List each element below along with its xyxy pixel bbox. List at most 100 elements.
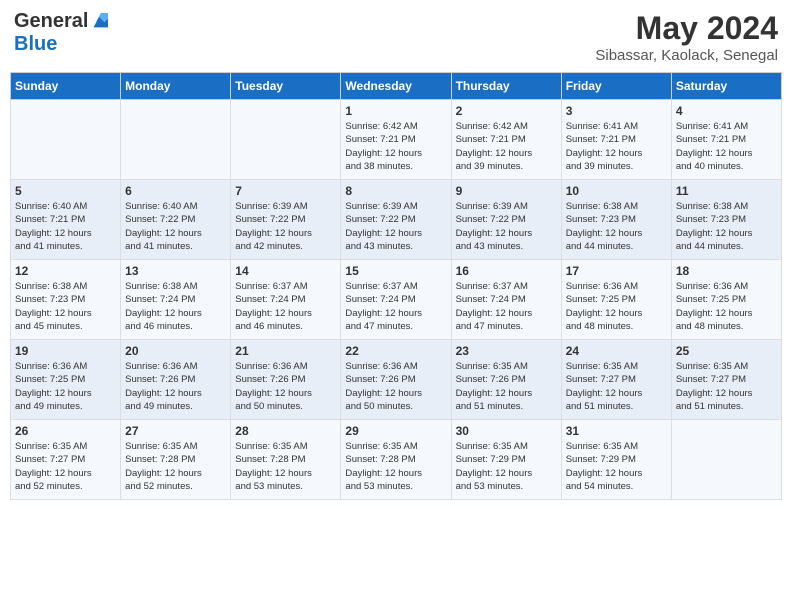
day-number: 29 xyxy=(345,424,446,438)
day-number: 16 xyxy=(456,264,557,278)
day-number: 1 xyxy=(345,104,446,118)
day-info: Sunrise: 6:39 AMSunset: 7:22 PMDaylight:… xyxy=(345,200,446,253)
day-info: Sunrise: 6:36 AMSunset: 7:26 PMDaylight:… xyxy=(125,360,226,413)
calendar-cell: 4 Sunrise: 6:41 AMSunset: 7:21 PMDaylight… xyxy=(671,100,781,180)
calendar-cell xyxy=(121,100,231,180)
day-number: 4 xyxy=(676,104,777,118)
day-info: Sunrise: 6:36 AMSunset: 7:25 PMDaylight:… xyxy=(566,280,667,333)
logo-general-text: General xyxy=(14,10,88,33)
day-number: 31 xyxy=(566,424,667,438)
calendar-cell: 7 Sunrise: 6:39 AMSunset: 7:22 PMDaylight… xyxy=(231,180,341,260)
calendar-cell: 31Sunrise: 6:35 AMSunset: 7:29 PMDayligh… xyxy=(561,420,671,500)
day-info: Sunrise: 6:40 AMSunset: 7:21 PMDaylight:… xyxy=(15,200,116,253)
calendar-week-2: 5 Sunrise: 6:40 AMSunset: 7:21 PMDaylight… xyxy=(11,180,782,260)
day-info: Sunrise: 6:35 AMSunset: 7:26 PMDaylight:… xyxy=(456,360,557,413)
col-header-saturday: Saturday xyxy=(671,73,781,100)
day-info: Sunrise: 6:42 AMSunset: 7:21 PMDaylight:… xyxy=(345,120,446,173)
calendar-cell xyxy=(231,100,341,180)
calendar-cell: 2Sunrise: 6:42 AMSunset: 7:21 PMDaylight… xyxy=(451,100,561,180)
calendar-cell: 18Sunrise: 6:36 AMSunset: 7:25 PMDayligh… xyxy=(671,260,781,340)
calendar-cell: 5 Sunrise: 6:40 AMSunset: 7:21 PMDaylight… xyxy=(11,180,121,260)
day-number: 22 xyxy=(345,344,446,358)
calendar-cell: 23 Sunrise: 6:35 AMSunset: 7:26 PMDayligh… xyxy=(451,340,561,420)
logo-blue-text: Blue xyxy=(14,33,57,56)
day-info: Sunrise: 6:35 AMSunset: 7:27 PMDaylight:… xyxy=(676,360,777,413)
calendar-cell: 30 Sunrise: 6:35 AMSunset: 7:29 PMDayligh… xyxy=(451,420,561,500)
calendar-cell: 19Sunrise: 6:36 AMSunset: 7:25 PMDayligh… xyxy=(11,340,121,420)
day-info: Sunrise: 6:37 AMSunset: 7:24 PMDaylight:… xyxy=(345,280,446,333)
day-number: 13 xyxy=(125,264,226,278)
day-number: 14 xyxy=(235,264,336,278)
calendar-cell: 13 Sunrise: 6:38 AMSunset: 7:24 PMDayligh… xyxy=(121,260,231,340)
calendar-cell: 10 Sunrise: 6:38 AMSunset: 7:23 PMDayligh… xyxy=(561,180,671,260)
calendar-cell: 3Sunrise: 6:41 AMSunset: 7:21 PMDaylight… xyxy=(561,100,671,180)
day-number: 9 xyxy=(456,184,557,198)
day-info: Sunrise: 6:42 AMSunset: 7:21 PMDaylight:… xyxy=(456,120,557,173)
day-info: Sunrise: 6:35 AMSunset: 7:27 PMDaylight:… xyxy=(566,360,667,413)
day-info: Sunrise: 6:39 AMSunset: 7:22 PMDaylight:… xyxy=(235,200,336,253)
day-number: 10 xyxy=(566,184,667,198)
day-number: 26 xyxy=(15,424,116,438)
day-info: Sunrise: 6:35 AMSunset: 7:27 PMDaylight:… xyxy=(15,440,116,493)
calendar-cell xyxy=(671,420,781,500)
calendar-cell: 22Sunrise: 6:36 AMSunset: 7:26 PMDayligh… xyxy=(341,340,451,420)
calendar-cell: 21 Sunrise: 6:36 AMSunset: 7:26 PMDayligh… xyxy=(231,340,341,420)
logo: General Blue xyxy=(14,10,108,56)
day-number: 7 xyxy=(235,184,336,198)
day-info: Sunrise: 6:35 AMSunset: 7:28 PMDaylight:… xyxy=(125,440,226,493)
month-year: May 2024 xyxy=(595,10,778,47)
day-number: 21 xyxy=(235,344,336,358)
page-header: General Blue May 2024 Sibassar, Kaolack,… xyxy=(10,10,782,64)
day-info: Sunrise: 6:38 AMSunset: 7:24 PMDaylight:… xyxy=(125,280,226,333)
logo-icon xyxy=(90,13,108,31)
calendar-cell: 26 Sunrise: 6:35 AMSunset: 7:27 PMDayligh… xyxy=(11,420,121,500)
day-number: 20 xyxy=(125,344,226,358)
calendar-cell: 24 Sunrise: 6:35 AMSunset: 7:27 PMDayligh… xyxy=(561,340,671,420)
calendar-week-1: 1 Sunrise: 6:42 AMSunset: 7:21 PMDaylight… xyxy=(11,100,782,180)
title-block: May 2024 Sibassar, Kaolack, Senegal xyxy=(595,10,778,64)
calendar-cell: 27 Sunrise: 6:35 AMSunset: 7:28 PMDayligh… xyxy=(121,420,231,500)
day-number: 24 xyxy=(566,344,667,358)
calendar-week-5: 26 Sunrise: 6:35 AMSunset: 7:27 PMDayligh… xyxy=(11,420,782,500)
calendar-cell: 29 Sunrise: 6:35 AMSunset: 7:28 PMDayligh… xyxy=(341,420,451,500)
day-number: 5 xyxy=(15,184,116,198)
col-header-tuesday: Tuesday xyxy=(231,73,341,100)
col-header-thursday: Thursday xyxy=(451,73,561,100)
day-number: 23 xyxy=(456,344,557,358)
calendar-cell: 8 Sunrise: 6:39 AMSunset: 7:22 PMDaylight… xyxy=(341,180,451,260)
day-info: Sunrise: 6:38 AMSunset: 7:23 PMDaylight:… xyxy=(676,200,777,253)
calendar-cell: 20 Sunrise: 6:36 AMSunset: 7:26 PMDayligh… xyxy=(121,340,231,420)
day-number: 18 xyxy=(676,264,777,278)
day-number: 27 xyxy=(125,424,226,438)
calendar-week-3: 12 Sunrise: 6:38 AMSunset: 7:23 PMDayligh… xyxy=(11,260,782,340)
day-info: Sunrise: 6:38 AMSunset: 7:23 PMDaylight:… xyxy=(15,280,116,333)
calendar-cell: 9 Sunrise: 6:39 AMSunset: 7:22 PMDaylight… xyxy=(451,180,561,260)
calendar-header-row: SundayMondayTuesdayWednesdayThursdayFrid… xyxy=(11,73,782,100)
calendar-cell: 14 Sunrise: 6:37 AMSunset: 7:24 PMDayligh… xyxy=(231,260,341,340)
day-info: Sunrise: 6:41 AMSunset: 7:21 PMDaylight:… xyxy=(676,120,777,173)
day-number: 8 xyxy=(345,184,446,198)
day-number: 30 xyxy=(456,424,557,438)
day-info: Sunrise: 6:39 AMSunset: 7:22 PMDaylight:… xyxy=(456,200,557,253)
calendar-cell: 15 Sunrise: 6:37 AMSunset: 7:24 PMDayligh… xyxy=(341,260,451,340)
day-info: Sunrise: 6:35 AMSunset: 7:29 PMDaylight:… xyxy=(456,440,557,493)
calendar-cell: 16 Sunrise: 6:37 AMSunset: 7:24 PMDayligh… xyxy=(451,260,561,340)
day-number: 15 xyxy=(345,264,446,278)
day-number: 6 xyxy=(125,184,226,198)
day-info: Sunrise: 6:41 AMSunset: 7:21 PMDaylight:… xyxy=(566,120,667,173)
day-number: 11 xyxy=(676,184,777,198)
day-number: 28 xyxy=(235,424,336,438)
day-info: Sunrise: 6:37 AMSunset: 7:24 PMDaylight:… xyxy=(235,280,336,333)
day-info: Sunrise: 6:35 AMSunset: 7:28 PMDaylight:… xyxy=(235,440,336,493)
day-number: 12 xyxy=(15,264,116,278)
calendar-cell: 6Sunrise: 6:40 AMSunset: 7:22 PMDaylight… xyxy=(121,180,231,260)
calendar-table: SundayMondayTuesdayWednesdayThursdayFrid… xyxy=(10,72,782,500)
day-number: 17 xyxy=(566,264,667,278)
day-info: Sunrise: 6:38 AMSunset: 7:23 PMDaylight:… xyxy=(566,200,667,253)
col-header-friday: Friday xyxy=(561,73,671,100)
day-info: Sunrise: 6:36 AMSunset: 7:25 PMDaylight:… xyxy=(15,360,116,413)
day-info: Sunrise: 6:35 AMSunset: 7:28 PMDaylight:… xyxy=(345,440,446,493)
day-info: Sunrise: 6:36 AMSunset: 7:26 PMDaylight:… xyxy=(235,360,336,413)
col-header-sunday: Sunday xyxy=(11,73,121,100)
day-info: Sunrise: 6:37 AMSunset: 7:24 PMDaylight:… xyxy=(456,280,557,333)
